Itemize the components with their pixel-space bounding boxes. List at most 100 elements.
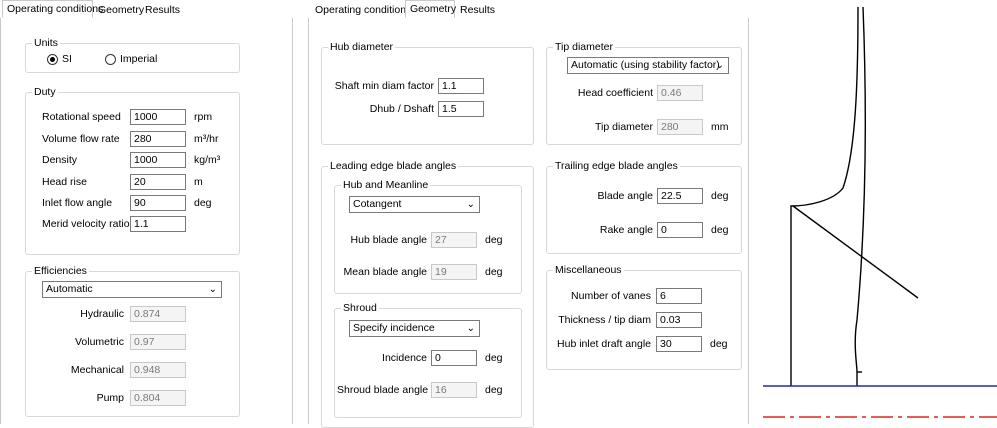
tab-results[interactable]: Results [140, 1, 180, 17]
head-rise-field[interactable]: 20 [130, 174, 186, 190]
shroud-mode-value: Specify incidence [353, 322, 435, 334]
hub-meanline-group: Hub and Meanline Cotangent ⌄ Hub blade a… [334, 179, 522, 294]
shroud-blade-angle-unit: deg [485, 384, 503, 396]
head-rise-label: Head rise [42, 176, 87, 188]
inlet-flow-angle-field[interactable]: 90 [130, 195, 186, 211]
number-of-vanes-field[interactable]: 6 [656, 288, 702, 304]
hub-meanline-mode-dropdown[interactable]: Cotangent ⌄ [349, 196, 480, 213]
tab-strip: Operating conditions Geometry Results [308, 0, 749, 19]
trailing-edge-group: Trailing edge blade angles Blade angle 2… [546, 160, 742, 254]
tab-geometry[interactable]: Geometry [405, 0, 456, 18]
inlet-flow-angle-unit: deg [194, 197, 212, 209]
merid-velocity-ratio-label: Merid velocity ratio [42, 218, 130, 230]
head-rise-unit: m [194, 176, 203, 188]
chevron-down-icon: ⌄ [466, 323, 475, 334]
impeller-outline [790, 6, 859, 386]
thickness-tip-diam-field[interactable]: 0.03 [656, 312, 702, 328]
shaft-min-diam-factor-label: Shaft min diam factor [334, 80, 434, 92]
mean-blade-angle-field: 19 [431, 264, 477, 280]
imperial-label: Imperial [120, 53, 158, 65]
shroud-mode-dropdown[interactable]: Specify incidence ⌄ [349, 320, 480, 337]
duty-group: Duty Rotational speed 1000 rpm Volume fl… [25, 86, 240, 255]
trailing-edge-title: Trailing edge blade angles [553, 160, 680, 172]
efficiencies-group: Efficiencies Automatic ⌄ Hydraulic 0.874… [25, 265, 240, 417]
rake-angle-field[interactable]: 0 [657, 222, 703, 238]
volumetric-label: Volumetric [74, 336, 124, 348]
density-field[interactable]: 1000 [130, 152, 186, 168]
chevron-down-icon: ⌄ [715, 60, 724, 71]
pump-field: 0.804 [130, 390, 186, 406]
head-coefficient-label: Head coefficient [577, 87, 653, 99]
mean-blade-angle-unit: deg [485, 266, 503, 278]
number-of-vanes-label: Number of vanes [571, 290, 651, 302]
tip-diameter-mode-value: Automatic (using stability factor) [571, 59, 720, 71]
mechanical-label: Mechanical [70, 364, 124, 376]
volumetric-field: 0.97 [130, 334, 186, 350]
imperial-radio[interactable] [105, 54, 116, 65]
dhub-dshaft-label: Dhub / Dshaft [369, 103, 434, 115]
rotational-speed-label: Rotational speed [42, 111, 121, 123]
units-title: Units [32, 37, 60, 49]
hub-meanline-title: Hub and Meanline [341, 179, 431, 191]
dhub-dshaft-field[interactable]: 1.5 [438, 101, 484, 117]
mechanical-field: 0.948 [130, 362, 186, 378]
hub-blade-angle-field: 27 [431, 232, 477, 248]
volume-flow-rate-field[interactable]: 280 [130, 131, 186, 147]
shroud-blade-angle-label: Shroud blade angle [337, 384, 429, 396]
density-unit: kg/m³ [194, 154, 221, 166]
hub-diameter-title: Hub diameter [328, 41, 396, 53]
tip-diameter-group: Tip diameter Automatic (using stability … [546, 41, 742, 145]
miscellaneous-title: Miscellaneous [553, 264, 624, 276]
leading-edge-group: Leading edge blade angles Hub and Meanli… [321, 160, 534, 428]
tab-operating-conditions[interactable]: Operating conditions [2, 0, 103, 18]
radio-dot-icon [50, 57, 55, 62]
efficiencies-title: Efficiencies [32, 265, 89, 277]
shroud-group: Shroud Specify incidence ⌄ Incidence 0 d… [334, 302, 522, 418]
rotational-speed-field[interactable]: 1000 [130, 109, 186, 125]
efficiency-mode-dropdown[interactable]: Automatic ⌄ [42, 281, 222, 298]
hub-inlet-draft-angle-label: Hub inlet draft angle [557, 338, 651, 350]
si-radio[interactable] [47, 54, 58, 65]
duty-title: Duty [32, 86, 58, 98]
hub-diameter-group: Hub diameter Shaft min diam factor 1.1 D… [321, 41, 534, 145]
incidence-unit: deg [485, 352, 503, 364]
rotational-speed-unit: rpm [194, 111, 213, 123]
tab-operating-conditions[interactable]: Operating conditions [310, 1, 411, 17]
hub-inlet-draft-angle-field[interactable]: 30 [656, 336, 702, 352]
merid-velocity-ratio-field[interactable]: 1.1 [130, 216, 186, 232]
tab-strip: Operating conditions Geometry Results [0, 0, 293, 19]
incidence-label: Incidence [382, 352, 427, 364]
tab-results[interactable]: Results [455, 1, 495, 17]
head-coefficient-field: 0.46 [657, 85, 703, 101]
shroud-blade-angle-field: 16 [431, 382, 477, 398]
panel-body: Units SI Imperial Duty Rotational speed … [0, 18, 293, 424]
tip-diameter-field: 280 [657, 119, 703, 135]
hub-inlet-draft-angle-unit: deg [710, 338, 728, 350]
incidence-field[interactable]: 0 [431, 350, 477, 366]
leading-edge-line [792, 205, 919, 299]
blade-angle-unit: deg [711, 190, 729, 202]
tip-diameter-mode-dropdown[interactable]: Automatic (using stability factor) ⌄ [567, 57, 729, 74]
tip-diameter-unit: mm [711, 121, 729, 133]
volume-flow-rate-unit: m³/hr [194, 133, 219, 145]
hub-blade-angle-label: Hub blade angle [350, 234, 427, 246]
thickness-tip-diam-label: Thickness / tip diam [558, 314, 651, 326]
rake-angle-label: Rake angle [599, 224, 653, 236]
density-label: Density [42, 154, 78, 166]
meridional-drawing [763, 6, 997, 418]
shroud-title: Shroud [341, 302, 379, 314]
tab-geometry[interactable]: Geometry [93, 1, 144, 17]
blade-angle-field[interactable]: 22.5 [657, 188, 703, 204]
shaft-min-diam-factor-field[interactable]: 1.1 [438, 78, 484, 94]
leading-edge-title: Leading edge blade angles [328, 160, 459, 172]
volume-flow-rate-label: Volume flow rate [42, 133, 120, 145]
panel-body: Hub diameter Shaft min diam factor 1.1 D… [308, 18, 749, 428]
units-group: Units SI Imperial [25, 37, 240, 73]
miscellaneous-group: Miscellaneous Number of vanes 6 Thicknes… [546, 264, 742, 370]
efficiency-mode-value: Automatic [46, 283, 93, 295]
chevron-down-icon: ⌄ [208, 284, 217, 295]
tip-diameter-label: Tip diameter [595, 121, 653, 133]
hydraulic-label: Hydraulic [80, 308, 124, 320]
chevron-down-icon: ⌄ [466, 199, 475, 210]
operating-conditions-panel: Operating conditions Geometry Results Un… [0, 0, 293, 424]
